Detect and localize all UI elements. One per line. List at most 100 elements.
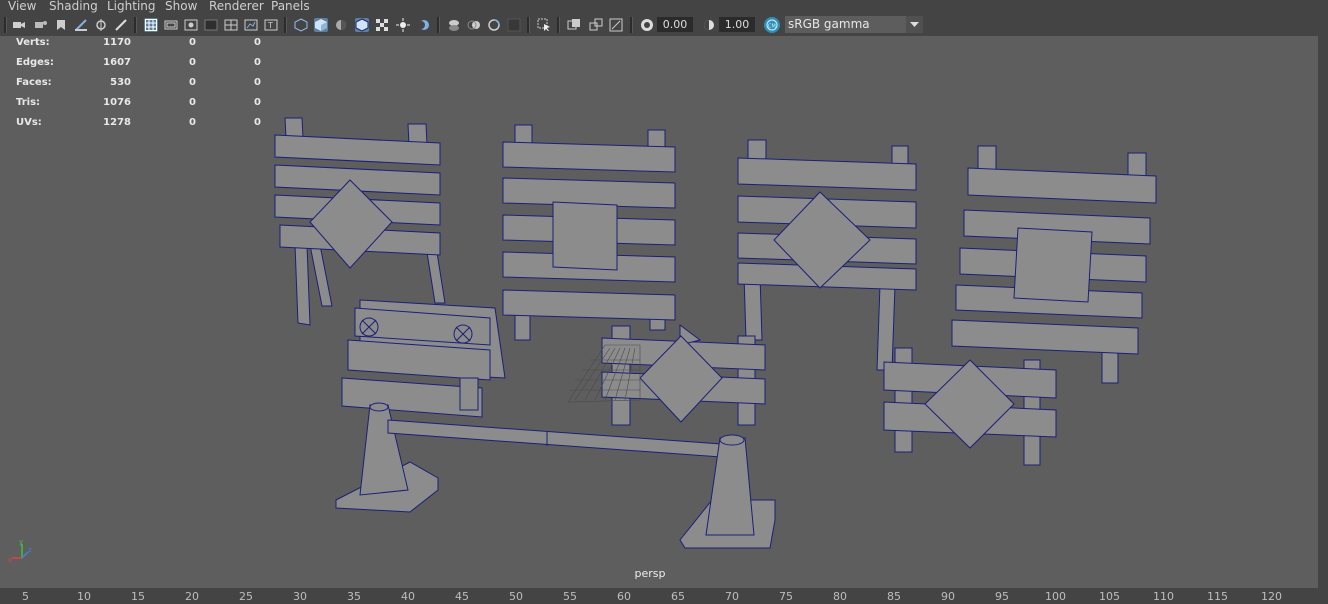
- timeline-tick: 90: [941, 590, 955, 603]
- isolate-select-icon[interactable]: [537, 18, 551, 32]
- gamma-field[interactable]: 1.00: [719, 17, 755, 32]
- panel-toolbar: T 0.00 1.00 CM sRGB gamma: [0, 14, 1328, 37]
- color-management-icon[interactable]: CM: [764, 17, 780, 33]
- camera-attributes-icon[interactable]: [34, 18, 48, 32]
- toolbar-separator: [437, 17, 440, 33]
- exposure-field[interactable]: 0.00: [657, 17, 693, 32]
- use-all-lights-icon[interactable]: [396, 18, 410, 32]
- chevron-down-icon: [906, 16, 923, 33]
- safe-title-icon[interactable]: T: [264, 18, 278, 32]
- timeline-tick: 115: [1207, 590, 1228, 603]
- grease-pencil-icon[interactable]: [114, 18, 128, 32]
- viewport-border: [1318, 36, 1328, 588]
- hud-value: 0: [254, 77, 261, 88]
- timeline-tick: 105: [1099, 590, 1120, 603]
- toolbar-separator: [557, 17, 560, 33]
- gate-mask-icon[interactable]: [204, 18, 218, 32]
- road-sign-mesh: [737, 139, 917, 371]
- timeline-tick: 100: [1045, 590, 1066, 603]
- svg-text:x: x: [8, 556, 12, 564]
- timeline-tick: 50: [509, 590, 523, 603]
- color-space-value: sRGB gamma: [788, 17, 870, 31]
- timeline-tick: 85: [887, 590, 901, 603]
- two-d-pan-zoom-icon[interactable]: [94, 18, 108, 32]
- hud-value: 0: [254, 37, 261, 48]
- svg-text:CM: CM: [768, 24, 776, 30]
- menu-shading[interactable]: Shading: [49, 0, 98, 13]
- hud-value: 1170: [103, 37, 131, 48]
- traffic-cone-mesh: [335, 402, 439, 513]
- road-sign-mesh: [883, 347, 1057, 466]
- timeline-tick: 95: [995, 590, 1009, 603]
- toolbar-separator: [134, 17, 137, 33]
- hud-value: 0: [189, 77, 196, 88]
- time-slider[interactable]: 5 10 15 20 25 30 35 40 45 50 55 60 65 70…: [0, 588, 1328, 604]
- hud-value: 0: [189, 97, 196, 108]
- color-space-dropdown[interactable]: sRGB gamma: [785, 16, 923, 33]
- menu-renderer[interactable]: Renderer: [209, 0, 264, 13]
- grid-icon[interactable]: [144, 18, 158, 32]
- timeline-tick: 110: [1153, 590, 1174, 603]
- bookmark-icon[interactable]: [54, 18, 68, 32]
- multisample-aa-icon[interactable]: [487, 18, 501, 32]
- default-material-icon[interactable]: [334, 18, 348, 32]
- smooth-shade-icon[interactable]: [314, 18, 328, 32]
- hud-value: 1278: [103, 117, 131, 128]
- motion-blur-icon[interactable]: [467, 18, 481, 32]
- toolbar-separator: [4, 17, 7, 33]
- resolution-gate-icon[interactable]: [184, 18, 198, 32]
- timeline-tick: 5: [22, 590, 29, 603]
- hud-value: 1076: [103, 97, 131, 108]
- panel-menubar: View Shading Lighting Show Renderer Pane…: [0, 0, 1328, 14]
- field-chart-icon[interactable]: [224, 18, 238, 32]
- timeline-tick: 65: [671, 590, 685, 603]
- axis-gizmo-icon: x y z: [8, 540, 32, 564]
- road-sign-mesh: [274, 117, 446, 326]
- scene-mesh-view[interactable]: [0, 36, 1318, 588]
- timeline-tick: 25: [239, 590, 253, 603]
- road-sign-mesh: [502, 124, 676, 341]
- hud-value: 0: [189, 117, 196, 128]
- gamma-icon[interactable]: [702, 18, 716, 32]
- wireframe-icon[interactable]: [294, 18, 308, 32]
- shadows-icon[interactable]: [416, 18, 430, 32]
- exposure-icon[interactable]: [640, 18, 654, 32]
- safe-action-icon[interactable]: [244, 18, 258, 32]
- hud-value: 0: [189, 37, 196, 48]
- timeline-tick: 35: [347, 590, 361, 603]
- hud-value: 1607: [103, 57, 131, 68]
- timeline-tick: 55: [563, 590, 577, 603]
- menu-lighting[interactable]: Lighting: [107, 0, 156, 13]
- depth-of-field-icon[interactable]: [507, 18, 521, 32]
- camera-name-label: persp: [634, 567, 666, 580]
- barrier-bar-mesh: [387, 419, 736, 459]
- xray-icon[interactable]: [375, 18, 389, 32]
- timeline-tick: 10: [77, 590, 91, 603]
- svg-text:z: z: [28, 546, 32, 554]
- menu-view[interactable]: View: [8, 0, 36, 13]
- image-plane-icon[interactable]: [74, 18, 88, 32]
- film-gate-icon[interactable]: [164, 18, 178, 32]
- toolbar-separator: [630, 17, 633, 33]
- hud-value: 0: [254, 97, 261, 108]
- timeline-tick: 80: [833, 590, 847, 603]
- hud-value: 0: [254, 57, 261, 68]
- svg-text:y: y: [19, 540, 23, 546]
- hud-label: Faces:: [16, 77, 52, 88]
- frame-selection-icon[interactable]: [589, 18, 603, 32]
- timeline-tick: 20: [185, 590, 199, 603]
- menu-panels[interactable]: Panels: [271, 0, 310, 13]
- timeline-tick: 75: [779, 590, 793, 603]
- wireframe-on-shaded-icon[interactable]: [355, 18, 369, 32]
- screen-space-ao-icon[interactable]: [447, 18, 461, 32]
- frame-all-icon[interactable]: [567, 18, 581, 32]
- hud-value: 530: [110, 77, 131, 88]
- svg-text:T: T: [267, 21, 273, 30]
- menu-show[interactable]: Show: [165, 0, 197, 13]
- hud-label: Verts:: [16, 37, 50, 48]
- timeline-tick: 45: [455, 590, 469, 603]
- hud-toggle-icon[interactable]: [609, 18, 623, 32]
- select-camera-icon[interactable]: [12, 18, 26, 32]
- barricade-mesh: [341, 299, 506, 418]
- timeline-tick: 60: [617, 590, 631, 603]
